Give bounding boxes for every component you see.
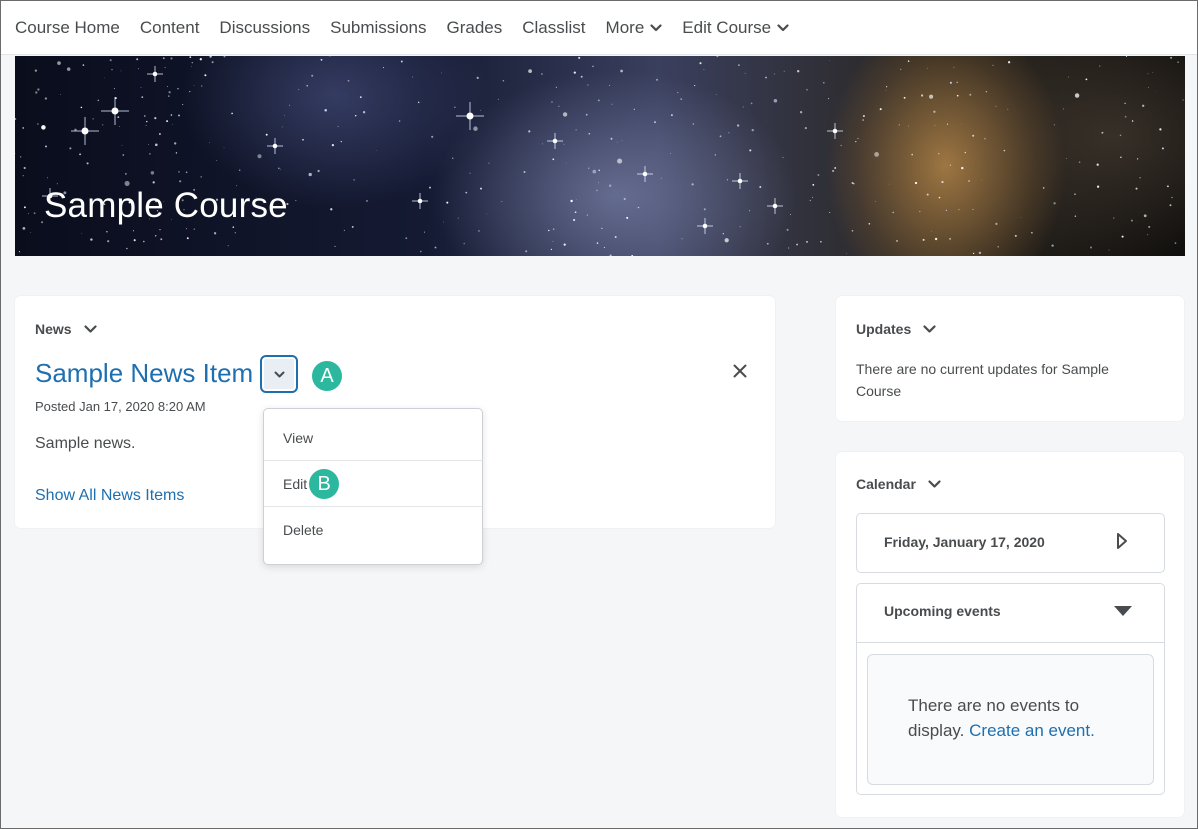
no-events-box: There are no events to display. Create a…: [867, 654, 1154, 785]
nav-discussions[interactable]: Discussions: [219, 18, 310, 38]
updates-widget-header[interactable]: Updates: [856, 321, 936, 337]
close-icon: [733, 364, 747, 378]
chevron-down-icon: [923, 325, 936, 333]
starfield-image: [15, 56, 1184, 256]
nav-grades[interactable]: Grades: [447, 18, 503, 38]
upcoming-events-header[interactable]: Upcoming events: [857, 584, 1164, 643]
menu-item-label: Edit: [283, 476, 308, 492]
news-item-title-link[interactable]: Sample News Item: [35, 358, 253, 389]
nav-course-home[interactable]: Course Home: [15, 18, 120, 38]
dismiss-news-button[interactable]: [733, 364, 747, 383]
news-item-context-menu: View Edit B Delete: [263, 408, 483, 565]
upcoming-events-toggle[interactable]: [1113, 604, 1133, 622]
calendar-date-bar: Friday, January 17, 2020: [856, 513, 1165, 573]
chevron-down-icon: [274, 371, 284, 377]
widget-title: Calendar: [856, 476, 916, 492]
updates-message: There are no current updates for Sample …: [856, 361, 1109, 399]
nav-label: Classlist: [522, 17, 586, 37]
nav-label: Course Home: [15, 17, 120, 37]
widget-title: News: [35, 321, 72, 337]
nav-more-dropdown[interactable]: More: [606, 18, 663, 38]
course-banner-image: Sample Course: [15, 56, 1185, 256]
chevron-down-icon: [650, 23, 662, 31]
upcoming-events-panel: Upcoming events There are no events to d…: [856, 583, 1165, 795]
news-item-options-button[interactable]: [260, 355, 298, 393]
callout-badge-a: A: [312, 361, 342, 391]
calendar-widget-header[interactable]: Calendar: [856, 476, 941, 492]
menu-item-label: Delete: [283, 522, 324, 538]
no-events-message: There are no events to display. Create a…: [908, 693, 1138, 743]
nav-label: Content: [139, 17, 200, 37]
nav-label: Edit Course: [682, 17, 772, 37]
menu-item-delete[interactable]: Delete: [264, 507, 482, 553]
course-title: Sample Course: [44, 186, 288, 225]
create-event-link[interactable]: Create an event.: [969, 721, 1095, 740]
widget-title: Updates: [856, 321, 912, 337]
chevron-down-icon: [83, 325, 97, 333]
next-day-button[interactable]: [1116, 532, 1128, 555]
updates-widget: Updates There are no current updates for…: [836, 296, 1184, 421]
calendar-widget: Calendar Friday, January 17, 2020 Upcomi…: [836, 452, 1184, 817]
news-widget-header[interactable]: News: [35, 321, 97, 337]
nav-submissions[interactable]: Submissions: [330, 18, 426, 38]
play-right-icon: [1117, 533, 1127, 549]
show-all-news-link[interactable]: Show All News Items: [35, 487, 184, 505]
nav-edit-course-dropdown[interactable]: Edit Course: [682, 18, 789, 38]
menu-item-label: View: [283, 430, 314, 446]
nav-label: Grades: [446, 17, 503, 37]
chevron-down-icon: [928, 480, 941, 488]
nav-content[interactable]: Content: [140, 18, 200, 38]
nav-label: More: [605, 17, 645, 37]
menu-item-edit[interactable]: Edit B: [264, 461, 482, 507]
caret-down-icon: [1114, 606, 1132, 616]
nav-classlist[interactable]: Classlist: [522, 18, 585, 38]
news-body-text: Sample news.: [35, 435, 136, 452]
menu-item-view[interactable]: View: [264, 415, 482, 461]
news-posted-date: Posted Jan 17, 2020 8:20 AM: [35, 399, 206, 414]
course-navbar: Course Home Content Discussions Submissi…: [1, 1, 1197, 55]
nav-label: Discussions: [219, 17, 311, 37]
nav-label: Submissions: [330, 17, 427, 37]
callout-badge-b: B: [309, 469, 340, 499]
upcoming-events-label: Upcoming events: [884, 603, 1001, 619]
chevron-down-icon: [777, 23, 789, 31]
calendar-current-date: Friday, January 17, 2020: [884, 534, 1045, 550]
